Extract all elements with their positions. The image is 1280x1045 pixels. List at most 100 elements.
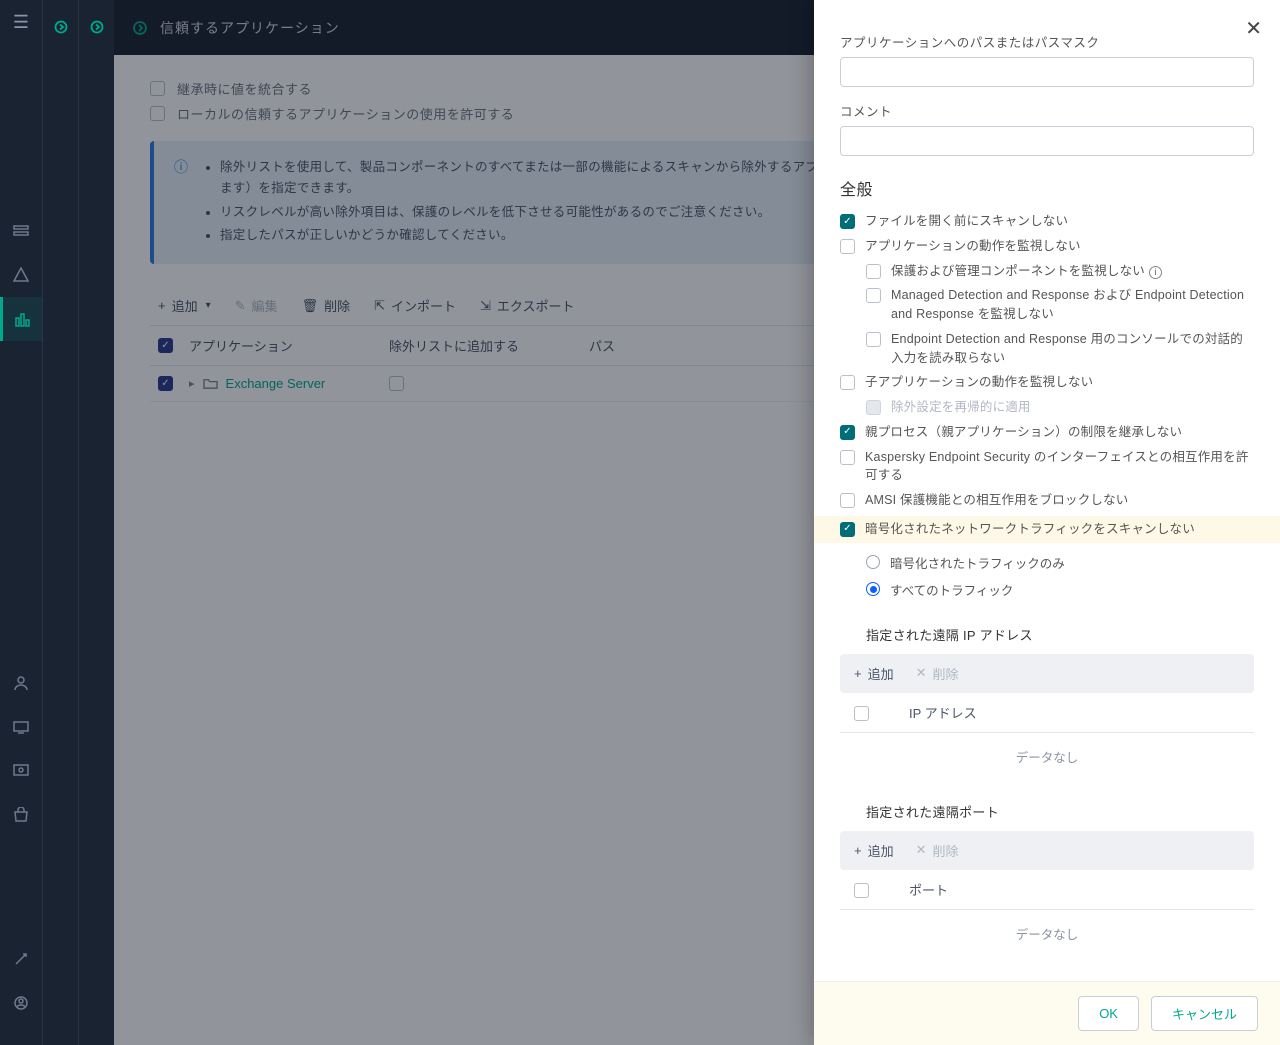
plus-icon: +	[158, 298, 166, 313]
button-label: エクスポート	[497, 296, 575, 315]
column-header-exclusion[interactable]: 除外リストに追加する	[389, 336, 589, 355]
nav-rail: ☰	[0, 0, 42, 1045]
path-input[interactable]	[840, 57, 1254, 87]
checkbox-label: 除外設定を再帰的に適用	[891, 398, 1031, 417]
comment-input[interactable]	[840, 126, 1254, 156]
checkbox-label: アプリケーションの動作を監視しない	[865, 237, 1081, 256]
column-header-app[interactable]: アプリケーション	[189, 336, 389, 355]
side-panel: ✕ アプリケーションへのパスまたはパスマスク コメント 全般 ✓ ファイルを開く…	[814, 0, 1280, 1045]
checkbox-no-block-amsi[interactable]	[840, 493, 855, 508]
close-icon: ✕	[916, 665, 927, 681]
close-icon[interactable]: ✕	[1245, 16, 1262, 41]
highlighted-option: ✓ 暗号化されたネットワークトラフィックをスキャンしない	[814, 516, 1280, 543]
subrail-1	[42, 0, 78, 1045]
select-all-checkbox[interactable]: ✓	[158, 338, 173, 353]
radio-all-traffic[interactable]	[866, 582, 880, 596]
button-label: 削除	[933, 841, 959, 860]
port-select-all-checkbox[interactable]	[854, 883, 869, 898]
button-label: 追加	[868, 841, 894, 860]
port-nodata: データなし	[840, 910, 1254, 953]
section-title-general: 全般	[840, 176, 1254, 200]
button-label: 追加	[868, 664, 894, 683]
button-label: 追加	[172, 296, 198, 315]
panel-footer: OK キャンセル	[814, 981, 1280, 1045]
field-label-comment: コメント	[840, 101, 1254, 120]
chevron-right-icon[interactable]	[132, 20, 148, 36]
delete-button[interactable]: 🗑削除	[302, 296, 351, 315]
radio-label: すべてのトラフィック	[890, 580, 1013, 599]
expand-icon[interactable]: ▸	[189, 377, 195, 390]
rail-item-shop[interactable]	[0, 793, 42, 837]
ok-button[interactable]: OK	[1078, 996, 1139, 1031]
ip-select-all-checkbox[interactable]	[854, 706, 869, 721]
ip-add-button[interactable]: + 追加	[854, 664, 894, 683]
chevron-down-icon: ▾	[206, 300, 211, 311]
page-title: 信頼するアプリケーション	[160, 18, 340, 38]
plus-icon: +	[854, 666, 862, 681]
radio-enc-only[interactable]	[866, 555, 880, 569]
checkbox-no-monitor-child[interactable]	[840, 375, 855, 390]
ip-delete-button: ✕削除	[916, 664, 959, 683]
checkbox-merge-inherit[interactable]	[150, 81, 165, 96]
import-button[interactable]: ⇱インポート	[374, 296, 456, 315]
field-label-path: アプリケーションへのパスまたはパスマスク	[840, 32, 1254, 51]
row-checkbox[interactable]: ✓	[158, 376, 173, 391]
ip-nodata: データなし	[840, 733, 1254, 776]
plus-icon: +	[854, 843, 862, 858]
info-icon[interactable]: i	[1149, 266, 1162, 279]
checkbox-label: 継承時に値を統合する	[177, 79, 312, 98]
rail-item-3-active[interactable]	[0, 297, 42, 341]
rail-item-monitor[interactable]	[0, 749, 42, 793]
chevron-right-icon[interactable]	[54, 20, 68, 34]
close-icon: ✕	[916, 842, 927, 858]
ip-column-header: IP アドレス	[909, 703, 977, 722]
radio-label: 暗号化されたトラフィックのみ	[890, 553, 1065, 572]
rail-item-settings[interactable]	[0, 937, 42, 981]
checkbox-no-monitor-app[interactable]	[840, 239, 855, 254]
ip-toolbar: + 追加 ✕削除	[840, 654, 1254, 693]
checkbox-label: AMSI 保護機能との相互作用をブロックしない	[865, 491, 1129, 510]
pencil-icon: ✎	[235, 298, 246, 314]
rail-item-2[interactable]	[0, 253, 42, 297]
row-exclusion-checkbox[interactable]	[389, 376, 404, 391]
checkbox-label: Managed Detection and Response および Endpo…	[891, 286, 1254, 324]
button-label: インポート	[391, 296, 456, 315]
checkbox-allow-kes-ui[interactable]	[840, 450, 855, 465]
checkbox-label: Kaspersky Endpoint Security のインターフェイスとの相…	[865, 448, 1254, 486]
checkbox-no-scan-open[interactable]: ✓	[840, 214, 855, 229]
subsection-remote-ip: 指定された遠隔 IP アドレス	[866, 625, 1254, 644]
ip-table-header: IP アドレス	[840, 693, 1254, 733]
trash-icon: 🗑	[302, 298, 319, 314]
checkbox-label: Endpoint Detection and Response 用のコンソールで…	[891, 330, 1254, 368]
port-column-header: ポート	[909, 880, 948, 899]
export-button[interactable]: ⇲ エクスポート	[480, 296, 575, 315]
rail-item-devices[interactable]	[0, 705, 42, 749]
rail-item-1[interactable]	[0, 209, 42, 253]
info-icon: ⓘ	[174, 157, 188, 248]
edit-button: ✎編集	[235, 296, 278, 315]
row-app-name[interactable]: Exchange Server	[226, 376, 326, 391]
checkbox-no-mdr[interactable]	[866, 288, 881, 303]
export-icon: ⇲	[480, 298, 491, 314]
checkbox-allow-local[interactable]	[150, 106, 165, 121]
checkbox-no-inherit-parent[interactable]: ✓	[840, 425, 855, 440]
chevron-right-icon[interactable]	[90, 20, 104, 34]
rail-item-account[interactable]	[0, 981, 42, 1025]
checkbox-no-edr-console[interactable]	[866, 332, 881, 347]
port-add-button[interactable]: + 追加	[854, 841, 894, 860]
checkbox-label: 暗号化されたネットワークトラフィックをスキャンしない	[865, 520, 1195, 539]
port-table-header: ポート	[840, 870, 1254, 910]
hamburger-icon[interactable]: ☰	[13, 12, 29, 33]
checkbox-label: ローカルの信頼するアプリケーションの使用を許可する	[177, 104, 514, 123]
checkbox-recursive-exclusion	[866, 400, 881, 415]
checkbox-no-scan-enc-traffic[interactable]: ✓	[840, 522, 855, 537]
checkbox-label: ファイルを開く前にスキャンしない	[865, 212, 1068, 231]
rail-item-user[interactable]	[0, 661, 42, 705]
folder-icon	[203, 376, 218, 391]
subsection-remote-port: 指定された遠隔ポート	[866, 802, 1254, 821]
cancel-button[interactable]: キャンセル	[1151, 996, 1258, 1031]
port-toolbar: + 追加 ✕ 削除	[840, 831, 1254, 870]
checkbox-no-monitor-protect[interactable]	[866, 264, 881, 279]
add-button[interactable]: + 追加 ▾	[158, 296, 211, 315]
checkbox-label: 保護および管理コンポーネントを監視しないi	[891, 262, 1162, 281]
